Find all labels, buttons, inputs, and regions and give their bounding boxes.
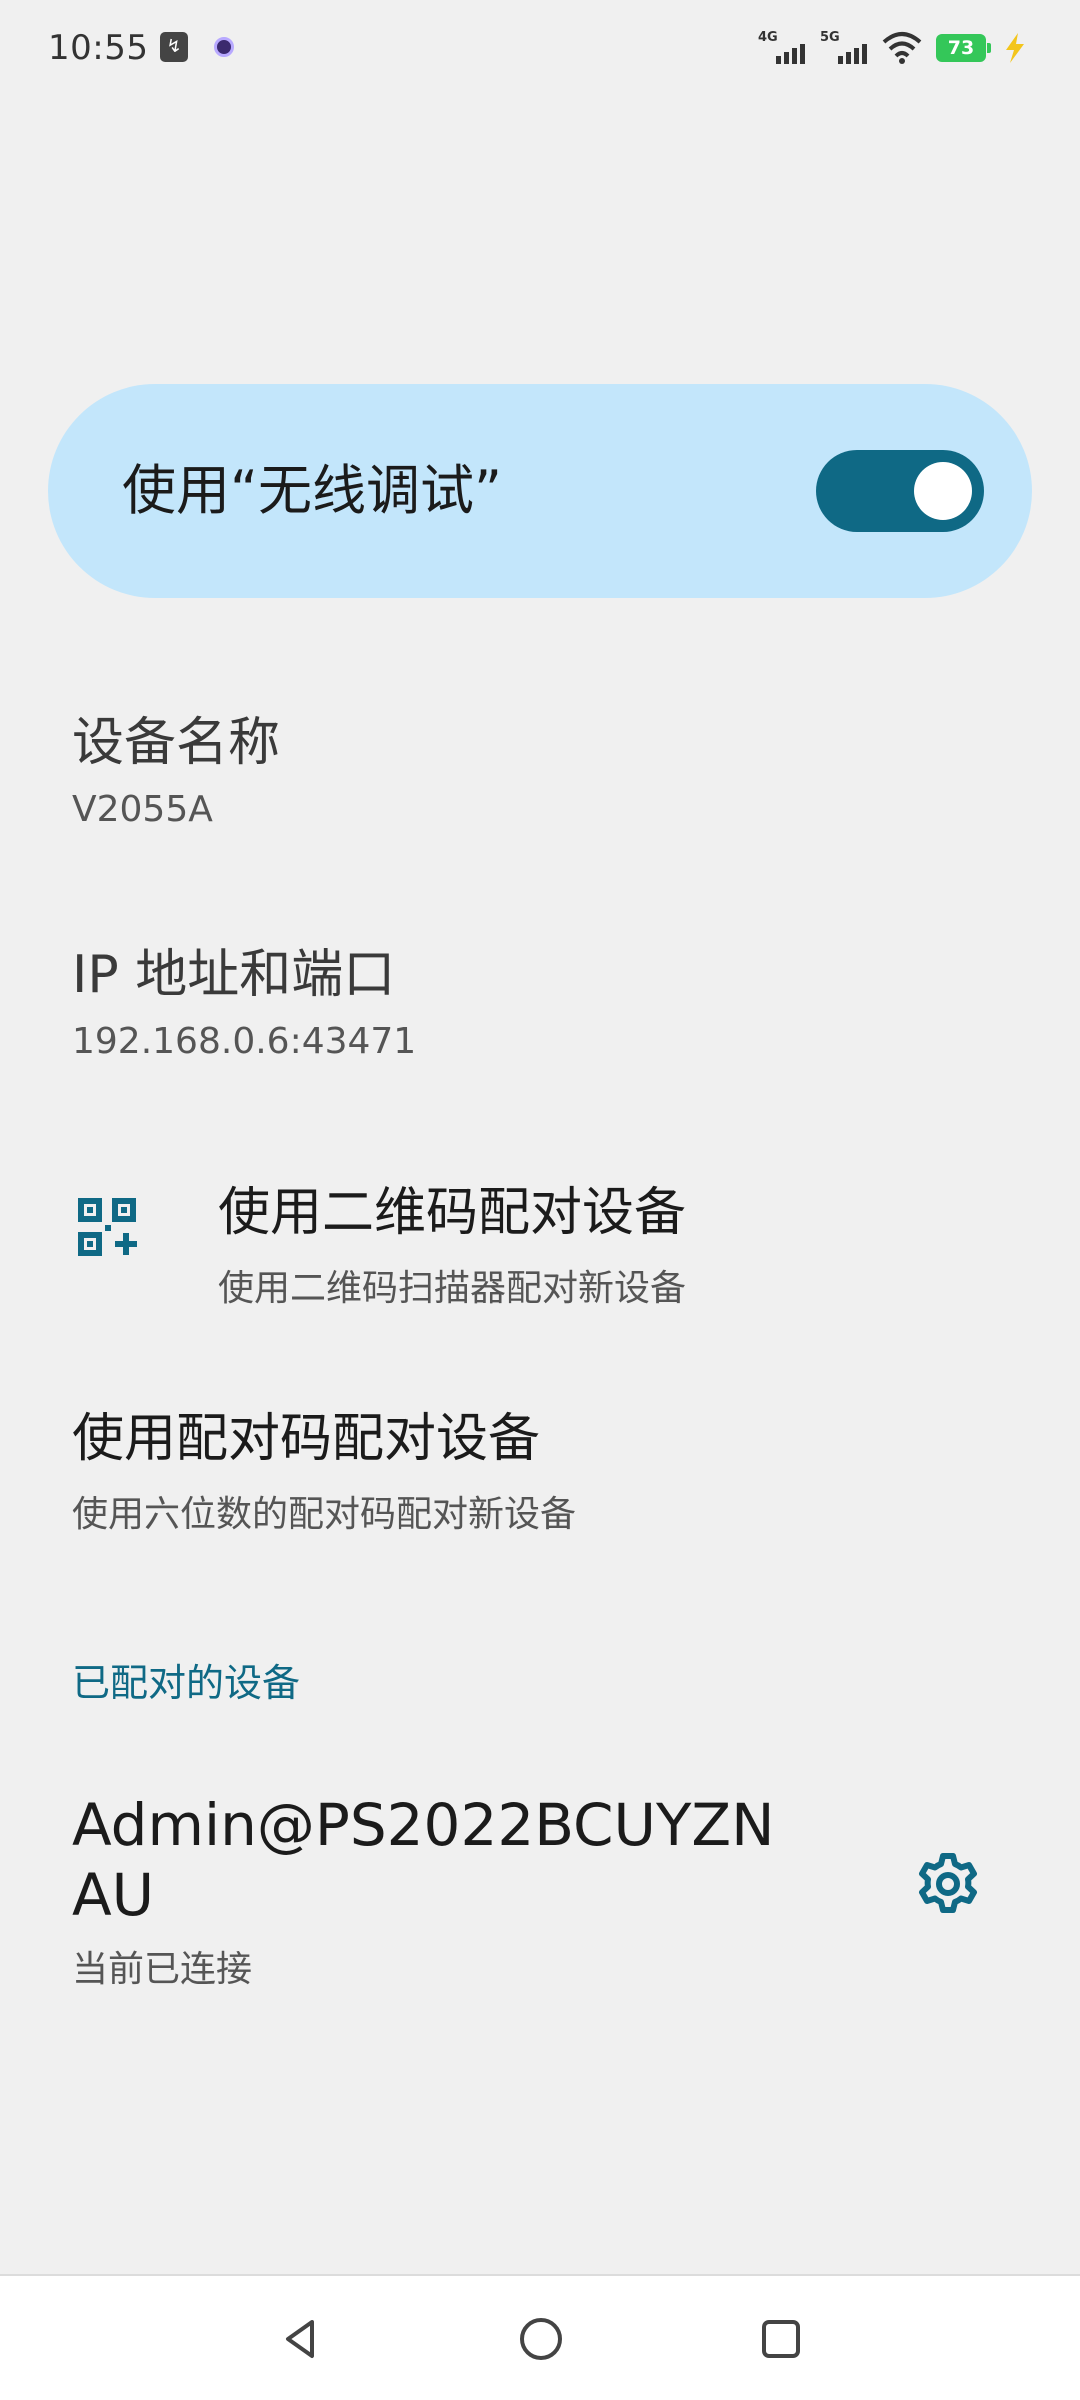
status-indicators: 4G 5G 73 <box>758 30 1030 66</box>
home-icon[interactable] <box>516 2314 566 2364</box>
pair-with-code-item[interactable]: 使用配对码配对设备 使用六位数的配对码配对新设备 <box>72 1396 576 1537</box>
recents-icon[interactable] <box>756 2314 806 2364</box>
pair-qr-title: 使用二维码配对设备 <box>218 1183 687 1243</box>
paired-device-name: Admin@PS2022BCUYZNAU <box>72 1791 775 1929</box>
ip-address-value: 192.168.0.6:43471 <box>72 1021 417 1062</box>
wireless-debugging-label: 使用“无线调试” <box>122 459 502 522</box>
qr-code-scanner-icon <box>78 1198 137 1256</box>
switch-knob <box>914 462 972 520</box>
paired-device-status: 当前已连接 <box>72 1949 253 1990</box>
back-icon[interactable] <box>276 2314 326 2364</box>
wireless-debugging-toggle-card[interactable]: 使用“无线调试” <box>48 384 1032 598</box>
wifi-icon <box>882 32 922 64</box>
pair-qr-subtitle: 使用二维码扫描器配对新设备 <box>218 1268 687 1309</box>
device-name-value: V2055A <box>72 789 213 830</box>
battery-icon: 73 <box>936 34 991 62</box>
app-notification-icon: ↯ <box>160 32 188 62</box>
wireless-debugging-switch[interactable] <box>816 450 984 532</box>
navigation-bar <box>0 2274 1080 2400</box>
charging-icon <box>1006 33 1024 63</box>
signal-4g-icon: 4G <box>758 30 806 66</box>
status-notification-icons: ↯ <box>160 32 234 62</box>
pair-with-qr-code-item[interactable]: 使用二维码配对设备 使用二维码扫描器配对新设备 <box>0 1160 1080 1310</box>
gear-icon[interactable] <box>916 1852 980 1916</box>
status-time: 10:55 <box>48 28 149 68</box>
signal-5g-icon: 5G <box>820 30 868 66</box>
paired-device-item[interactable]: Admin@PS2022BCUYZNAU 当前已连接 <box>0 1780 1080 2000</box>
pair-code-subtitle: 使用六位数的配对码配对新设备 <box>72 1494 577 1535</box>
status-bar: 10:55 ↯ 4G 5G 73 <box>0 0 1080 104</box>
ip-address-item[interactable]: IP 地址和端口 192.168.0.6:43471 <box>72 932 416 1062</box>
camera-dot-icon <box>214 37 234 57</box>
pair-code-title: 使用配对码配对设备 <box>72 1409 541 1469</box>
device-name-title: 设备名称 <box>72 713 281 773</box>
ip-address-title: IP 地址和端口 <box>72 945 396 1005</box>
paired-devices-header: 已配对的设备 <box>72 1661 301 1705</box>
device-name-item[interactable]: 设备名称 V2055A <box>72 700 280 830</box>
